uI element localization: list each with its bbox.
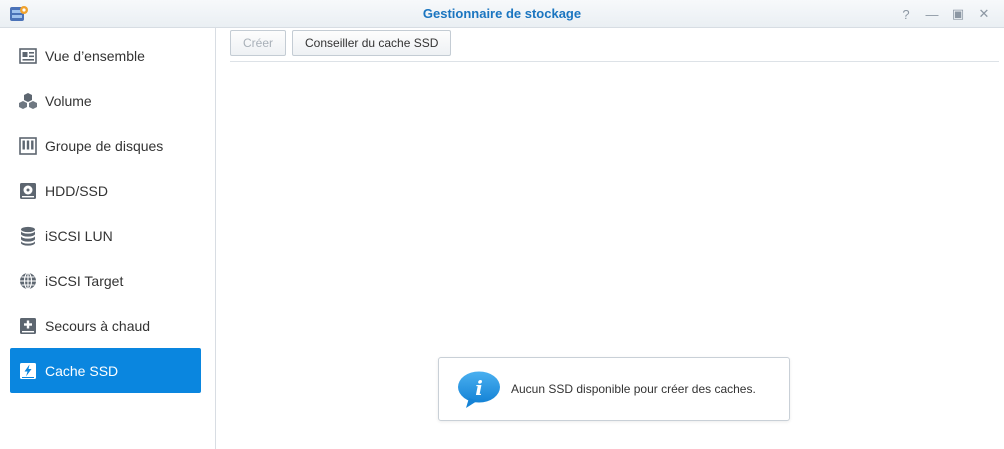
- create-button[interactable]: Créer: [230, 30, 287, 56]
- sidebar-item-label: Vue d’ensemble: [45, 47, 145, 64]
- ssd-cache-icon: [18, 361, 38, 381]
- sidebar-item-label: iSCSI LUN: [45, 227, 113, 244]
- help-icon[interactable]: ?: [896, 4, 916, 24]
- overview-icon: [18, 46, 38, 66]
- sidebar-item-iscsi-target[interactable]: iSCSI Target: [10, 258, 201, 303]
- sidebar-item-iscsi-lun[interactable]: iSCSI LUN: [10, 213, 201, 258]
- hot-spare-icon: [18, 316, 38, 336]
- sidebar-item-label: Groupe de disques: [45, 137, 164, 154]
- sidebar-item-label: Secours à chaud: [45, 317, 151, 334]
- close-icon[interactable]: ✕: [974, 4, 994, 24]
- sidebar-item-hot-spare[interactable]: Secours à chaud: [10, 303, 201, 348]
- disk-group-icon: [18, 136, 38, 156]
- database-icon: [18, 226, 38, 246]
- maximize-icon[interactable]: ▣: [948, 4, 968, 24]
- sidebar-item-label: HDD/SSD: [45, 182, 109, 199]
- title-bar: Gestionnaire de stockage ? — ▣ ✕: [0, 0, 1004, 28]
- sidebar: Vue d’ensemble Volume Groupe de disques …: [0, 28, 216, 449]
- minimize-icon[interactable]: —: [922, 4, 942, 24]
- sidebar-item-label: Cache SSD: [45, 362, 119, 379]
- volume-icon: [18, 91, 38, 111]
- notice-message: Aucun SSD disponible pour créer des cach…: [511, 382, 756, 396]
- toolbar: Créer Conseiller du cache SSD: [230, 30, 452, 56]
- ssd-cache-advisor-button[interactable]: Conseiller du cache SSD: [292, 30, 452, 56]
- toolbar-divider: [230, 61, 999, 62]
- sidebar-item-label: Volume: [45, 92, 92, 109]
- window-title: Gestionnaire de stockage: [422, 6, 582, 21]
- sidebar-item-disk-group[interactable]: Groupe de disques: [10, 123, 201, 168]
- sidebar-item-volume[interactable]: Volume: [10, 78, 201, 123]
- sidebar-item-overview[interactable]: Vue d’ensemble: [10, 33, 201, 78]
- svg-text:i: i: [475, 376, 483, 400]
- hdd-icon: [18, 181, 38, 201]
- sidebar-item-hdd-ssd[interactable]: HDD/SSD: [10, 168, 201, 213]
- globe-icon: [18, 271, 38, 291]
- sidebar-item-label: iSCSI Target: [45, 272, 124, 289]
- info-bubble-icon: i: [458, 371, 500, 408]
- info-notice: i Aucun SSD disponible pour créer des ca…: [438, 357, 790, 421]
- sidebar-item-ssd-cache[interactable]: Cache SSD: [10, 348, 201, 393]
